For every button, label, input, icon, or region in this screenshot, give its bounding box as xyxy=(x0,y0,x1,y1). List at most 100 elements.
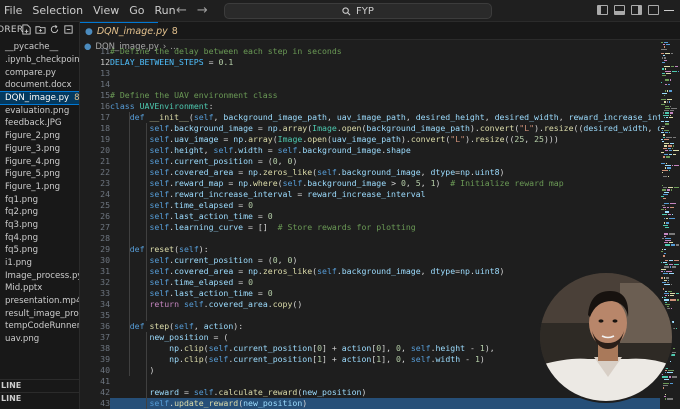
file-item[interactable]: .ipynb_checkpoints xyxy=(0,54,79,67)
minimap-mark xyxy=(663,273,668,275)
minimap-mark xyxy=(674,259,679,261)
file-item[interactable]: evaluation.png xyxy=(0,104,79,117)
code-line[interactable]: self.update_reward(new_position) xyxy=(110,398,662,409)
command-center-search[interactable]: FYP xyxy=(224,3,492,19)
menu-go[interactable]: Go xyxy=(129,4,144,17)
minimap-mark xyxy=(662,130,663,132)
line-number: 15 xyxy=(100,90,110,100)
line-number: 41 xyxy=(100,376,110,386)
minimap-mark xyxy=(664,277,665,279)
file-name: Figure_1.png xyxy=(5,181,61,192)
toggle-primary-sidebar-icon[interactable] xyxy=(597,5,608,15)
code-line[interactable]: def reset(self): xyxy=(110,244,662,255)
file-item[interactable]: uav.png xyxy=(0,333,79,346)
back-arrow-icon[interactable]: ← xyxy=(176,3,187,18)
toggle-panel-icon[interactable] xyxy=(614,5,625,15)
minimap-mark xyxy=(665,112,669,114)
line-number: 13 xyxy=(100,68,110,78)
timeline-section-header[interactable]: LINE xyxy=(0,392,79,405)
file-item[interactable]: document.docx xyxy=(0,79,79,92)
code-line[interactable]: # Define the UAV environment class xyxy=(110,90,662,101)
customize-layout-icon[interactable] xyxy=(648,5,659,15)
code-line[interactable]: # Define the delay between each step in … xyxy=(110,46,662,57)
minimap-mark xyxy=(665,68,666,70)
minimap-mark xyxy=(665,259,668,261)
minimap-mark xyxy=(674,187,679,189)
file-item[interactable]: Figure_5.png xyxy=(0,168,79,181)
file-name: fq4.png xyxy=(5,232,39,243)
minimap-mark xyxy=(665,211,669,213)
file-item[interactable]: fq1.png xyxy=(0,193,79,206)
code-line[interactable]: self.learning_curve = [] # Store rewards… xyxy=(110,222,662,233)
code-line[interactable]: def __init__(self, background_image_path… xyxy=(110,112,662,123)
file-item[interactable]: presentation.mp4 xyxy=(0,295,79,308)
minimap-mark xyxy=(665,105,669,107)
code-line[interactable]: self.current_position = (0, 0) xyxy=(110,255,662,266)
code-line[interactable] xyxy=(110,68,662,79)
toggle-secondary-sidebar-icon[interactable] xyxy=(631,5,642,15)
minimap-mark xyxy=(665,290,667,292)
code-line[interactable]: self.uav_image = np.array(Image.open(uav… xyxy=(110,134,662,145)
code-line[interactable]: self.last_action_time = 0 xyxy=(110,211,662,222)
file-item[interactable]: Figure_4.png xyxy=(0,155,79,168)
file-item[interactable]: Figure_3.png xyxy=(0,143,79,156)
file-item[interactable]: feedback.JPG xyxy=(0,117,79,130)
file-item[interactable]: DQN_image.py 8 xyxy=(0,90,79,106)
file-item[interactable]: compare.py xyxy=(0,66,79,79)
file-item[interactable]: Figure_1.png xyxy=(0,181,79,194)
minimap-mark xyxy=(672,266,676,268)
minimap-mark xyxy=(670,383,673,385)
file-item[interactable]: result_image_proc... xyxy=(0,307,79,320)
forward-arrow-icon[interactable]: → xyxy=(197,3,208,18)
file-item[interactable]: fq4.png xyxy=(0,231,79,244)
code-line[interactable] xyxy=(110,79,662,90)
minimize-window-icon[interactable] xyxy=(664,10,674,11)
code-line[interactable]: self.reward_map = np.where(self.backgrou… xyxy=(110,178,662,189)
new-folder-icon[interactable] xyxy=(35,24,46,35)
minimap-mark xyxy=(661,103,665,105)
explorer-title: ORER xyxy=(0,25,24,35)
minimap-mark xyxy=(664,101,666,103)
menu-view[interactable]: View xyxy=(93,4,119,17)
code-line[interactable]: DELAY_BETWEEN_STEPS = 0.1 xyxy=(110,57,662,68)
file-item[interactable]: fq2.png xyxy=(0,206,79,219)
code-line[interactable]: class UAVEnvironment: xyxy=(110,101,662,112)
indent-guide xyxy=(146,255,147,321)
file-item[interactable]: Figure_2.png xyxy=(0,130,79,143)
file-item[interactable]: i1.png xyxy=(0,257,79,270)
menu-run[interactable]: Run xyxy=(155,4,176,17)
tab-label: DQN_image.py xyxy=(96,26,168,37)
file-name: i1.png xyxy=(5,258,32,269)
new-file-icon[interactable] xyxy=(21,24,32,35)
minimap-mark xyxy=(667,306,669,308)
file-item[interactable]: tempCodeRunner... xyxy=(0,320,79,333)
code-line[interactable] xyxy=(110,233,662,244)
file-item[interactable]: __pycache__ xyxy=(0,41,79,54)
code-line[interactable]: self.current_position = (0, 0) xyxy=(110,156,662,167)
file-item[interactable]: fq3.png xyxy=(0,219,79,232)
minimap-mark xyxy=(664,233,668,235)
code-line[interactable]: self.time_elapsed = 0 xyxy=(110,200,662,211)
file-item[interactable]: Mid.pptx xyxy=(0,282,79,295)
tab-dqn-image[interactable]: ● DQN_image.py 8 xyxy=(80,22,178,40)
code-line[interactable]: self.background_image = np.array(Image.o… xyxy=(110,123,662,134)
code-line[interactable]: self.covered_area = np.zeros_like(self.b… xyxy=(110,167,662,178)
minimap-mark xyxy=(669,242,673,244)
menu-selection[interactable]: Selection xyxy=(32,4,83,17)
minimap-mark xyxy=(665,301,667,303)
minimap-mark xyxy=(663,385,668,387)
line-number: 22 xyxy=(100,167,110,177)
file-item[interactable]: fq5.png xyxy=(0,244,79,257)
file-item[interactable]: Image_process.py xyxy=(0,269,79,282)
minimap-mark xyxy=(662,281,666,283)
menu-file[interactable]: File xyxy=(4,4,22,17)
refresh-icon[interactable] xyxy=(49,24,60,35)
minimap-mark xyxy=(670,112,673,114)
file-name: feedback.JPG xyxy=(5,118,62,129)
collapse-all-icon[interactable] xyxy=(63,24,74,35)
minimap-mark xyxy=(671,284,672,286)
minimap-mark xyxy=(666,156,670,158)
outline-section-header[interactable]: LINE xyxy=(0,379,79,392)
code-line[interactable]: self.height, self.width = self.backgroun… xyxy=(110,145,662,156)
code-line[interactable]: self.reward_increase_interval = reward_i… xyxy=(110,189,662,200)
